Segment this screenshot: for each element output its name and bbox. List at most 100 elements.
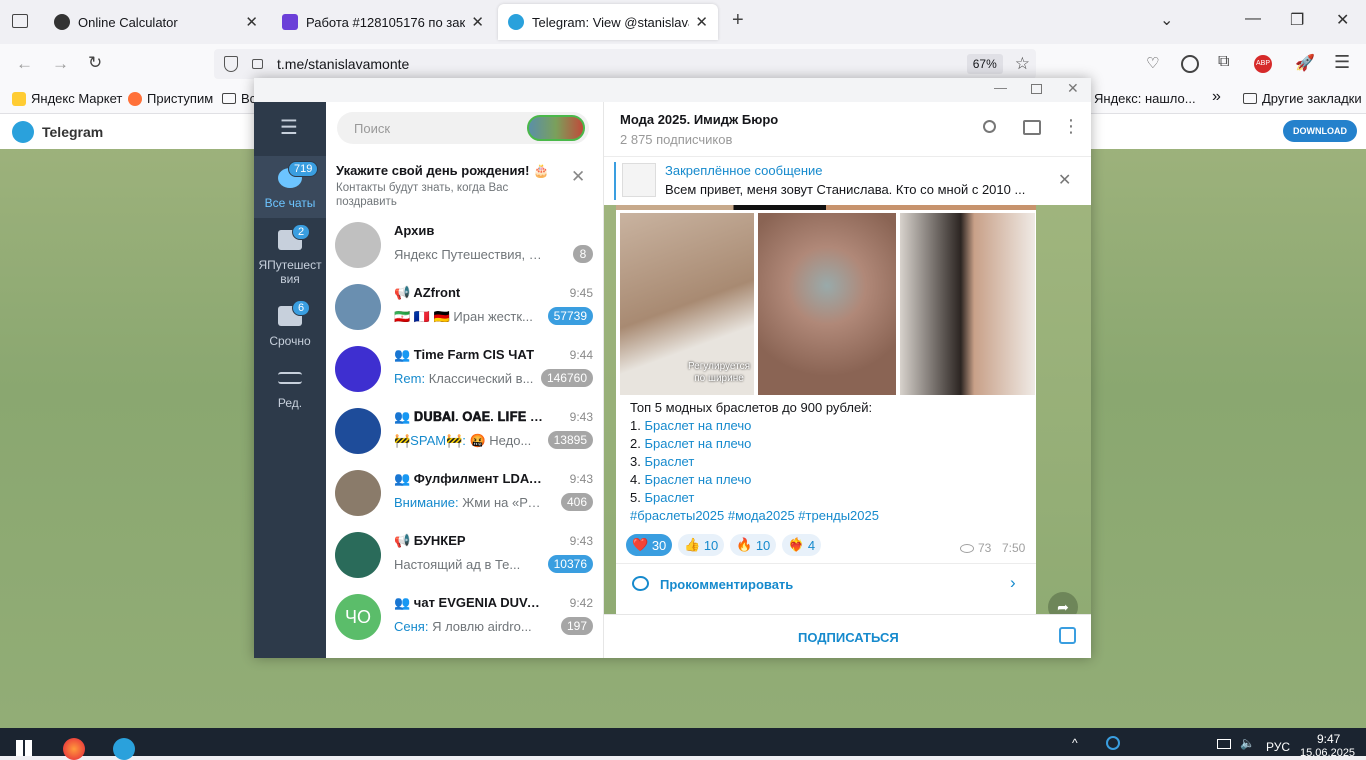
post-photo-3[interactable] [900, 213, 1035, 395]
close-tab-icon[interactable]: ✕ [471, 13, 484, 31]
window-minimize-icon[interactable]: — [994, 80, 1007, 95]
tray-app-icon[interactable] [1106, 736, 1120, 750]
close-banner-icon[interactable]: ✕ [571, 167, 585, 187]
tab-title: Online Calculator [78, 14, 178, 30]
reaction-heart-on-fire[interactable]: ❤️‍🔥 4 [782, 534, 822, 556]
firefox-taskbar-icon[interactable] [63, 738, 85, 760]
channel-header[interactable]: Мода 2025. Имидж Бюро 2 875 подписчиков … [604, 102, 1091, 156]
account-icon[interactable] [1181, 55, 1199, 73]
reaction-count: 4 [807, 537, 816, 553]
chat-row[interactable]: ЧО 👥 чат EVGENIA DUVAKI... 9:42 Сеня: Я лов… [326, 586, 603, 648]
tab-overview-icon[interactable] [12, 14, 28, 28]
reload-icon[interactable]: ↻ [88, 53, 102, 73]
bookmark-folder[interactable]: Вс [222, 91, 256, 106]
folder-all-chats[interactable]: 719 Все чаты [254, 156, 326, 218]
new-tab-button[interactable]: + [732, 9, 744, 32]
sidebar-toggle-icon[interactable] [1023, 120, 1041, 135]
item-link[interactable]: Браслет на плечо [644, 472, 751, 487]
windows-taskbar: ^ 🔈 РУС 9:47 15.06.2025 [0, 728, 1366, 760]
window-maximize-icon[interactable] [1031, 84, 1042, 94]
network-icon[interactable] [1217, 739, 1231, 749]
close-pinned-icon[interactable]: ✕ [1058, 170, 1071, 190]
forward-icon[interactable]: → [52, 54, 69, 74]
reaction-thumbs-up[interactable]: 👍 10 [678, 534, 725, 556]
chat-row[interactable]: 👥 𝐃𝐔𝐁𝐀𝐈. 𝐎𝐀𝐄. 𝐋𝐈𝐅𝐄 Д... 9:43 🚧SPAM🚧: 🤬 Нед… [326, 400, 603, 462]
close-tab-icon[interactable]: ✕ [695, 13, 708, 31]
bookmark-yandex-market[interactable]: Яндекс Маркет [12, 91, 122, 106]
bookmark-other[interactable]: Другие закладки [1243, 91, 1362, 106]
pinned-indicator [614, 162, 616, 200]
reaction-heart[interactable]: ❤️ 30 [626, 534, 673, 556]
birthday-banner[interactable]: Укажите свой день рождения! 🎂 Контакты б… [326, 156, 603, 214]
post-photo-1[interactable]: Регулируется по ширине [620, 213, 754, 395]
channel-post: Регулируется по ширине Топ 5 модных брас… [616, 205, 1036, 625]
pocket-icon[interactable]: ♡ [1146, 54, 1159, 72]
tab-online-calculator[interactable]: Online Calculator ✕ [44, 0, 268, 44]
item-number: 1. [630, 418, 641, 433]
preview-sender: Rem: [394, 371, 426, 386]
comment-button[interactable]: Прокомментировать › [616, 563, 1036, 603]
telegram-logo-icon [12, 120, 34, 143]
restore-window-icon[interactable]: ❐ [1290, 10, 1304, 30]
chat-row[interactable]: 📢 AZfront 9:45 🇮🇷 🇫🇷 🇩🇪 Иран жестк... 57739 [326, 276, 603, 338]
item-link[interactable]: Браслет [644, 454, 694, 469]
telegram-taskbar-icon[interactable] [113, 738, 135, 760]
tab-work-order[interactable]: Работа #128105176 по заказу ✕ [272, 0, 494, 44]
window-close-icon[interactable]: ✕ [1067, 80, 1079, 97]
list-tabs-chevron-icon[interactable]: ⌄ [1160, 10, 1173, 30]
subscribe-button[interactable]: ПОДПИСАТЬСЯ [798, 630, 899, 645]
reaction-fire[interactable]: 🔥 10 [730, 534, 777, 556]
extension-rocket-icon[interactable]: 🚀 [1295, 53, 1315, 73]
pinned-thumbnail [622, 163, 656, 197]
extensions-icon[interactable]: ⧉ [1218, 53, 1229, 71]
close-window-icon[interactable]: ✕ [1336, 10, 1349, 30]
language-indicator[interactable]: РУС [1266, 740, 1290, 754]
reaction-count: 30 [651, 537, 667, 553]
bookmark-pristupim[interactable]: Приступим [128, 91, 213, 106]
close-tab-icon[interactable]: ✕ [245, 13, 258, 31]
tray-expand-icon[interactable]: ^ [1072, 736, 1078, 750]
lock-icon[interactable] [252, 59, 263, 69]
pinned-message-bar[interactable]: Закреплённое сообщение Всем привет, меня… [604, 156, 1091, 205]
folder-edit[interactable]: Ред. [254, 356, 326, 418]
folders-sidebar: ☰ 719 Все чаты 2 ЯПутешествия 6 Срочно Р… [254, 102, 326, 658]
search-icon[interactable] [983, 120, 996, 133]
folder-srochno[interactable]: 6 Срочно [254, 294, 326, 356]
item-link[interactable]: Браслет [644, 490, 694, 505]
telegram-brand: Telegram [42, 123, 104, 140]
back-icon[interactable]: ← [16, 54, 33, 74]
hamburger-menu-icon[interactable]: ☰ [280, 118, 298, 138]
more-options-icon[interactable]: ⋮ [1062, 116, 1080, 137]
clock-time[interactable]: 9:47 [1317, 732, 1340, 746]
item-link[interactable]: Браслет на плечо [644, 418, 751, 433]
menu-icon[interactable]: ☰ [1334, 52, 1350, 73]
sliders-icon [278, 372, 302, 384]
post-photo-2[interactable] [758, 213, 896, 395]
zoom-level[interactable]: 67% [966, 54, 1003, 74]
minimize-window-icon[interactable]: — [1245, 10, 1261, 28]
windows-start-icon[interactable] [16, 740, 32, 756]
url-bar[interactable]: t.me/stanislavamonte 67% ☆ [214, 49, 1036, 79]
stories-avatars[interactable] [527, 115, 585, 141]
more-bookmarks-icon[interactable]: » [1212, 88, 1221, 106]
post-text: Топ 5 модных браслетов до 900 рублей: 1.… [630, 399, 1030, 525]
chat-row-archive[interactable]: Архив Яндекс Путешествия, Дн... 8 [326, 214, 603, 276]
item-link[interactable]: Браслет на плечо [644, 436, 751, 451]
channel-title[interactable]: Мода 2025. Имидж Бюро [620, 112, 778, 127]
url-text[interactable]: t.me/stanislavamonte [277, 56, 967, 72]
bookmark-yandex-found[interactable]: Яндекс: нашло... [1094, 91, 1196, 106]
volume-icon[interactable]: 🔈 [1240, 736, 1255, 750]
folder-yaputeshestviya[interactable]: 2 ЯПутешествия [254, 218, 326, 286]
adblock-icon[interactable]: ABP [1254, 55, 1272, 73]
gift-icon[interactable] [1059, 627, 1076, 644]
chat-row[interactable]: 👥 Фулфилмент LDA GR... 9:43 Внимание: Жми … [326, 462, 603, 524]
post-hashtags[interactable]: #браслеты2025 #мода2025 #тренды2025 [630, 507, 1030, 525]
shield-icon[interactable] [224, 56, 238, 72]
download-button[interactable]: DOWNLOAD [1283, 120, 1357, 142]
clock-date[interactable]: 15.06.2025 [1300, 747, 1355, 756]
chat-row[interactable]: 📢 БУНКЕР 9:43 Настоящий ад в Те... 10376 [326, 524, 603, 586]
chat-row[interactable]: 👥 Time Farm CIS ЧАТ 9:44 Rem: Классический… [326, 338, 603, 400]
bookmark-star-icon[interactable]: ☆ [1015, 54, 1030, 74]
tab-telegram[interactable]: Telegram: View @stanislavamor ✕ [498, 4, 718, 40]
search-input[interactable]: Поиск [337, 112, 589, 144]
